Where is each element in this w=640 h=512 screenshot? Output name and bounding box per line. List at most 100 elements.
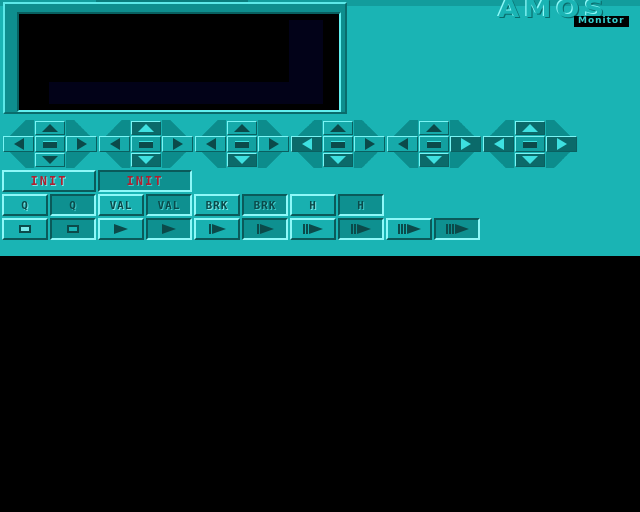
joystick-right-button[interactable] bbox=[66, 136, 97, 152]
monitor-screen-frame bbox=[3, 2, 347, 114]
arrow-up-icon bbox=[330, 124, 346, 132]
joystick-down-button[interactable] bbox=[131, 153, 161, 167]
joystick-left-button[interactable] bbox=[483, 136, 514, 152]
arrow-up-icon bbox=[426, 124, 442, 132]
joystick-left-button[interactable] bbox=[195, 136, 226, 152]
play-speed-1-button-1[interactable] bbox=[98, 218, 144, 240]
pad-corner bbox=[258, 152, 290, 168]
play-speed-1-button-2[interactable] bbox=[146, 218, 192, 240]
play-icon bbox=[208, 224, 226, 234]
play-speed-2-button-1[interactable] bbox=[194, 218, 240, 240]
fire-icon bbox=[523, 140, 537, 148]
joystick-left-button[interactable] bbox=[99, 136, 130, 152]
joystick-fire-button[interactable] bbox=[35, 136, 65, 152]
joystick-left-button[interactable] bbox=[387, 136, 418, 152]
joystick-up-button[interactable] bbox=[131, 121, 161, 135]
stop-icon bbox=[19, 225, 31, 233]
control-panel: AMOS Monitor INIT INIT Q Q VAL VAL BRK B… bbox=[0, 0, 640, 256]
pad-corner bbox=[2, 120, 34, 136]
arrow-down-icon bbox=[138, 156, 154, 164]
joystick-pad-2 bbox=[98, 120, 194, 168]
val-button-2-label: VAL bbox=[157, 198, 181, 212]
init-button-2[interactable]: INIT bbox=[98, 170, 192, 192]
play-icon bbox=[397, 224, 421, 234]
play-triangle-icon bbox=[162, 224, 176, 234]
q-button-2-label: Q bbox=[69, 198, 77, 212]
joystick-down-button[interactable] bbox=[515, 153, 545, 167]
arrow-up-icon bbox=[42, 124, 58, 132]
val-button-2[interactable]: VAL bbox=[146, 194, 192, 216]
joystick-fire-button[interactable] bbox=[515, 136, 545, 152]
monitor-screen bbox=[17, 12, 341, 112]
speed-bar-icon bbox=[403, 224, 406, 234]
arrow-left-icon bbox=[493, 138, 504, 150]
pad-corner bbox=[450, 120, 482, 136]
pad-corner bbox=[98, 152, 130, 168]
joystick-up-button[interactable] bbox=[227, 121, 257, 135]
pad-corner bbox=[66, 152, 98, 168]
speed-bar-icon bbox=[354, 224, 356, 234]
joystick-right-button[interactable] bbox=[546, 136, 577, 152]
joystick-up-button[interactable] bbox=[323, 121, 353, 135]
joystick-pad-1 bbox=[2, 120, 98, 168]
arrow-down-icon bbox=[522, 156, 538, 164]
play-triangle-icon bbox=[309, 224, 323, 234]
fire-icon bbox=[235, 140, 249, 148]
amos-logo: AMOS Monitor bbox=[492, 0, 640, 30]
joystick-up-button[interactable] bbox=[35, 121, 65, 135]
fire-icon bbox=[43, 140, 57, 148]
pad-corner bbox=[98, 120, 130, 136]
brk-button-1[interactable]: BRK bbox=[194, 194, 240, 216]
joystick-down-button[interactable] bbox=[227, 153, 257, 167]
play-speed-3-button-1[interactable] bbox=[290, 218, 336, 240]
joystick-left-button[interactable] bbox=[3, 136, 34, 152]
h-button-1[interactable]: H bbox=[290, 194, 336, 216]
play-speed-3-button-2[interactable] bbox=[338, 218, 384, 240]
stop-icon bbox=[67, 225, 79, 233]
pad-corner bbox=[258, 120, 290, 136]
speed-bar-icon bbox=[351, 224, 353, 234]
arrow-down-icon bbox=[42, 156, 58, 164]
logo-subtitle: Monitor bbox=[574, 16, 629, 27]
play-triangle-icon bbox=[454, 224, 469, 234]
joystick-right-button[interactable] bbox=[258, 136, 289, 152]
joystick-pad-4 bbox=[290, 120, 386, 168]
arrow-right-icon bbox=[460, 138, 471, 150]
q-button-1-label: Q bbox=[21, 198, 29, 212]
play-icon bbox=[256, 224, 274, 234]
play-speed-4-button-2[interactable] bbox=[434, 218, 480, 240]
joystick-right-button[interactable] bbox=[450, 136, 481, 152]
joystick-fire-button[interactable] bbox=[227, 136, 257, 152]
joystick-left-button[interactable] bbox=[291, 136, 322, 152]
speed-bar-icon bbox=[400, 224, 403, 234]
joystick-fire-button[interactable] bbox=[323, 136, 353, 152]
init-button-1[interactable]: INIT bbox=[2, 170, 96, 192]
stop-button-2[interactable] bbox=[50, 218, 96, 240]
play-speed-2-button-2[interactable] bbox=[242, 218, 288, 240]
pad-corner bbox=[162, 120, 194, 136]
play-speed-4-button-1[interactable] bbox=[386, 218, 432, 240]
pad-corner bbox=[386, 152, 418, 168]
brk-button-2[interactable]: BRK bbox=[242, 194, 288, 216]
joystick-down-button[interactable] bbox=[35, 153, 65, 167]
arrow-right-icon bbox=[364, 138, 375, 150]
init-button-1-label: INIT bbox=[30, 174, 68, 188]
joystick-fire-button[interactable] bbox=[131, 136, 161, 152]
h-button-2[interactable]: H bbox=[338, 194, 384, 216]
pad-corner bbox=[194, 152, 226, 168]
val-button-1[interactable]: VAL bbox=[98, 194, 144, 216]
joystick-down-button[interactable] bbox=[419, 153, 449, 167]
joystick-pad-6 bbox=[482, 120, 578, 168]
arrow-right-icon bbox=[268, 138, 279, 150]
joystick-up-button[interactable] bbox=[419, 121, 449, 135]
stop-button-1[interactable] bbox=[2, 218, 48, 240]
h-button-2-label: H bbox=[357, 198, 365, 212]
joystick-fire-button[interactable] bbox=[419, 136, 449, 152]
joystick-down-button[interactable] bbox=[323, 153, 353, 167]
q-button-2[interactable]: Q bbox=[50, 194, 96, 216]
pad-corner bbox=[450, 152, 482, 168]
q-button-1[interactable]: Q bbox=[2, 194, 48, 216]
joystick-right-button[interactable] bbox=[354, 136, 385, 152]
joystick-up-button[interactable] bbox=[515, 121, 545, 135]
joystick-right-button[interactable] bbox=[162, 136, 193, 152]
